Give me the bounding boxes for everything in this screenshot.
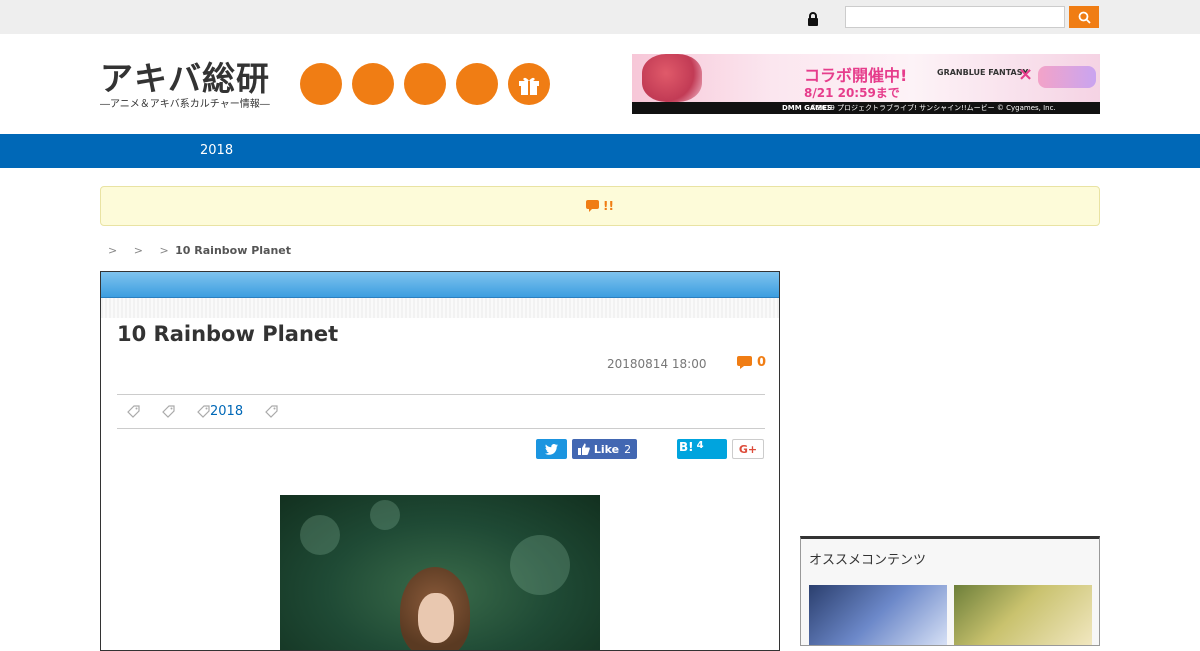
site-header: アキバ総研 ―アニメ＆アキバ系カルチャー情報― コラボ開催中! 8/21 20:…: [0, 34, 1200, 134]
tag-item[interactable]: [265, 405, 278, 418]
gift-icon[interactable]: [508, 63, 550, 105]
banner-footer-text: ©2019 プロジェクトラブライブ! サンシャイン!!ムービー © Cygame…: [810, 104, 1056, 112]
social-circle-icon[interactable]: [404, 63, 446, 105]
tag-icon: [127, 405, 140, 418]
social-circle-icon[interactable]: [352, 63, 394, 105]
recommended-thumbnail[interactable]: [954, 585, 1092, 645]
banner-collab-text: コラボ開催中!: [804, 66, 908, 85]
comment-icon: [586, 200, 600, 212]
article-date: 20180814 18:00: [607, 357, 707, 371]
comment-icon: [737, 356, 752, 369]
banner-footer: DMM GAMES ©2019 プロジェクトラブライブ! サンシャイン!!ムービ…: [632, 102, 1100, 114]
image-bokeh: [510, 535, 570, 595]
banner-character-image: [642, 54, 702, 102]
social-circle-icon[interactable]: [456, 63, 498, 105]
twitter-share-button[interactable]: [536, 439, 567, 459]
breadcrumb-separator: >: [133, 244, 143, 257]
gplus-label: G+: [738, 442, 758, 456]
site-logo[interactable]: アキバ総研 ―アニメ＆アキバ系カルチャー情報―: [100, 60, 282, 116]
article-stripe: [101, 298, 779, 318]
nav-item-2018[interactable]: 2018: [200, 143, 233, 158]
comment-count: 0: [757, 355, 767, 370]
breadcrumb-current: 10 Rainbow Planet: [175, 244, 292, 257]
breadcrumb-separator: >: [108, 244, 118, 257]
comment-count-link[interactable]: 0: [737, 355, 766, 370]
breadcrumb: > > > 10 Rainbow Planet: [108, 244, 291, 257]
like-count: 2: [624, 442, 632, 456]
search-button[interactable]: [1069, 6, 1099, 28]
tag-icon: [265, 405, 278, 418]
ad-banner[interactable]: コラボ開催中! 8/21 20:59まで GRANBLUE FANTASY × …: [632, 54, 1100, 114]
main-nav: 2018: [0, 134, 1200, 168]
hatena-count: 4: [696, 440, 704, 451]
tag-list: 2018: [127, 404, 300, 419]
tag-item[interactable]: [162, 405, 175, 418]
thumbs-up-icon: [577, 443, 590, 455]
tag-item-2018[interactable]: 2018: [197, 404, 243, 419]
facebook-like-button[interactable]: Like 2: [572, 439, 637, 459]
banner-cross: ×: [1018, 64, 1034, 85]
banner-lovelive-logo: [1038, 66, 1096, 88]
hatena-label: B!: [679, 440, 694, 454]
search-input[interactable]: [845, 6, 1065, 28]
article-header-band: [101, 272, 779, 298]
recommended-thumbnail[interactable]: [809, 585, 947, 645]
divider: [117, 428, 765, 429]
notice-text: !!: [603, 199, 614, 213]
divider: [117, 394, 765, 395]
lock-icon[interactable]: [806, 11, 820, 26]
logo-main-text: アキバ総研: [100, 59, 270, 98]
social-circle-icon[interactable]: [300, 63, 342, 105]
article-card: 10 Rainbow Planet 20180814 18:00 0 2018 …: [100, 271, 780, 651]
image-bokeh: [300, 515, 340, 555]
like-label: Like: [593, 442, 620, 456]
widget-title: オススメコンテンツ: [809, 553, 927, 568]
image-person-face: [418, 593, 454, 643]
tag-item[interactable]: [127, 405, 140, 418]
hatena-bookmark-button[interactable]: B! 4: [677, 439, 727, 459]
tag-icon: [162, 405, 175, 418]
twitter-icon: [545, 443, 558, 455]
article-main-image[interactable]: [280, 495, 600, 650]
tag-label: 2018: [210, 404, 244, 419]
tag-icon: [197, 405, 210, 418]
google-plus-button[interactable]: G+: [732, 439, 764, 459]
image-bokeh: [370, 500, 400, 530]
banner-date-text: 8/21 20:59まで: [804, 86, 900, 100]
breadcrumb-separator: >: [159, 244, 169, 257]
logo-sub-text: ―アニメ＆アキバ系カルチャー情報―: [100, 99, 270, 110]
article-title: 10 Rainbow Planet: [117, 322, 339, 346]
banner-game-logo: GRANBLUE FANTASY: [937, 68, 1029, 77]
banner-footer-brand: DMM GAMES: [782, 104, 833, 112]
top-bar: [0, 0, 1200, 34]
notice-bar[interactable]: !!: [100, 186, 1100, 226]
search-icon: [1078, 11, 1091, 24]
